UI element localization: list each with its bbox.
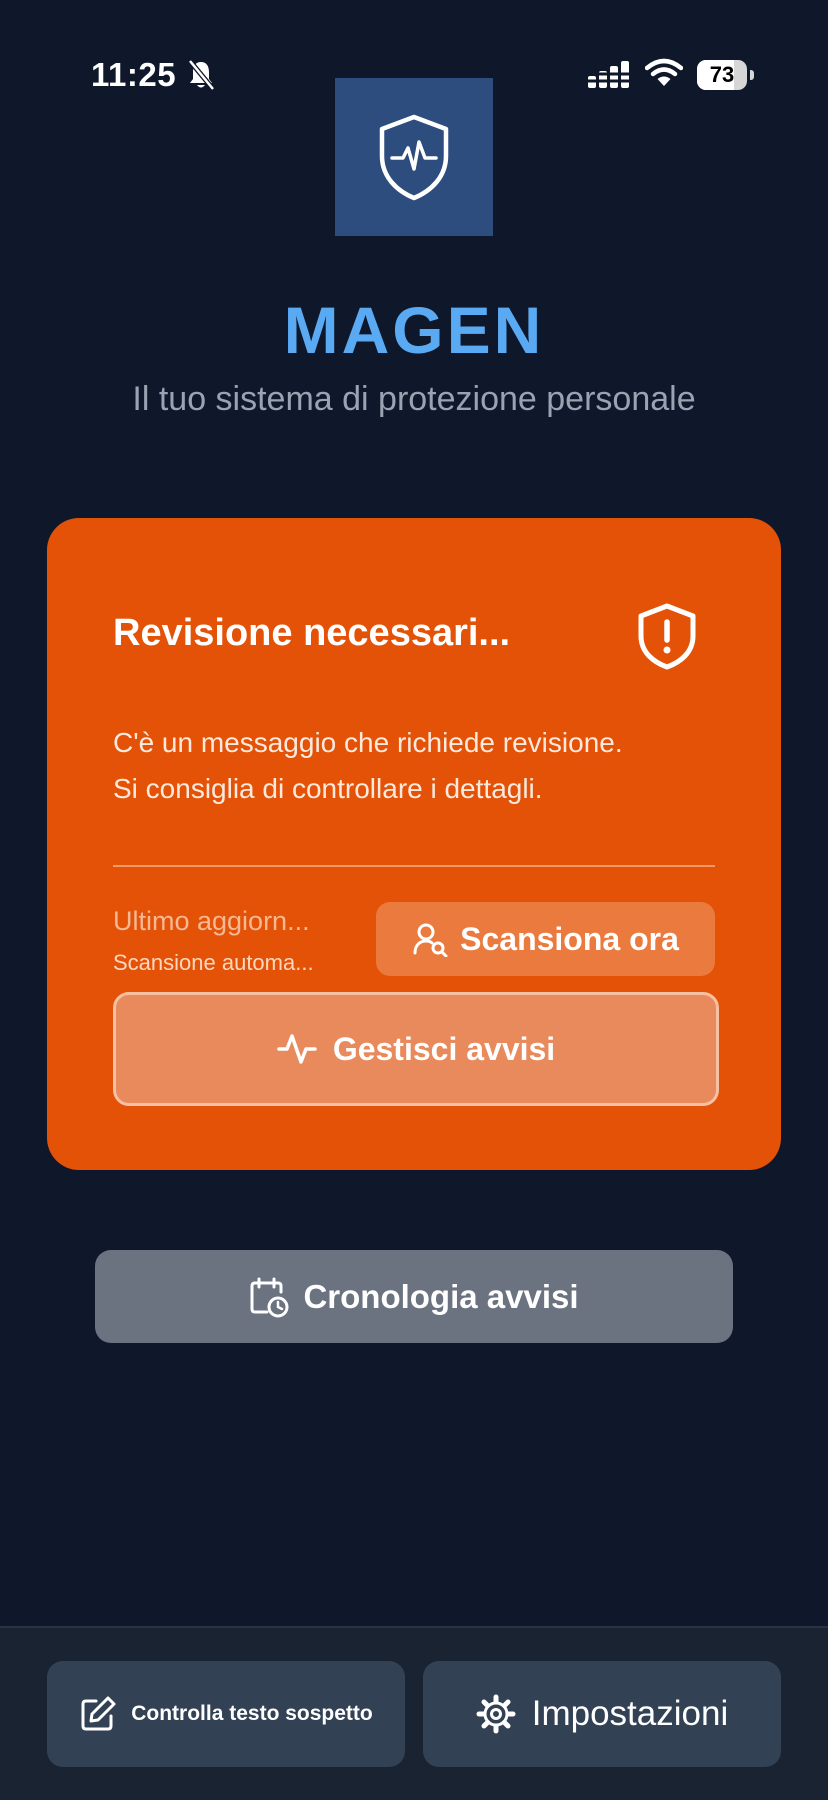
gear-icon [476, 1694, 516, 1734]
shield-alert-icon [638, 603, 696, 670]
activity-icon [277, 1034, 317, 1064]
card-message-line2: Si consiglia di controllare i dettagli. [113, 773, 543, 804]
alert-history-label: Cronologia avvisi [303, 1277, 579, 1315]
scan-now-button[interactable]: Scansiona ora [376, 902, 715, 976]
app-title: MAGEN [283, 293, 545, 367]
manage-alerts-label: Gestisci avvisi [332, 1030, 556, 1067]
shield-heartbeat-icon [379, 114, 449, 201]
status-card: Revisione necessari... C'è un messaggio … [47, 518, 781, 1170]
bottom-bar: Controlla testo sospetto Impostazioni [0, 1626, 828, 1800]
alert-history-button[interactable]: Cronologia avvisi [95, 1250, 733, 1343]
edit-icon [81, 1696, 116, 1731]
bell-slash-icon [188, 59, 215, 91]
battery-icon: 73 [697, 60, 755, 90]
settings-label: Impostazioni [531, 1694, 729, 1733]
app-logo [335, 78, 493, 236]
calendar-clock-icon [250, 1277, 289, 1317]
card-message: C'è un messaggio che richiede revisione.… [113, 720, 623, 812]
check-suspicious-text-button[interactable]: Controlla testo sospetto [47, 1661, 405, 1767]
user-search-icon [413, 923, 448, 957]
check-suspicious-text-label: Controlla testo sospetto [131, 1702, 373, 1725]
status-bar: 11:25 73 [0, 0, 828, 93]
status-time: 11:25 [91, 56, 177, 93]
settings-button[interactable]: Impostazioni [423, 1661, 781, 1767]
card-divider [113, 865, 715, 867]
manage-alerts-button[interactable]: Gestisci avvisi [113, 992, 719, 1106]
auto-scan-status: Scansione automa... [113, 950, 314, 975]
last-update: Ultimo aggiorn... [113, 906, 310, 936]
card-title: Revisione necessari... [113, 612, 511, 654]
app-subtitle: Il tuo sistema di protezione personale [132, 380, 696, 418]
wifi-icon [645, 58, 683, 86]
battery-percent: 73 [709, 62, 735, 87]
scan-now-label: Scansiona ora [460, 920, 679, 957]
card-message-line1: C'è un messaggio che richiede revisione. [113, 727, 623, 758]
signal-icon [586, 61, 632, 88]
